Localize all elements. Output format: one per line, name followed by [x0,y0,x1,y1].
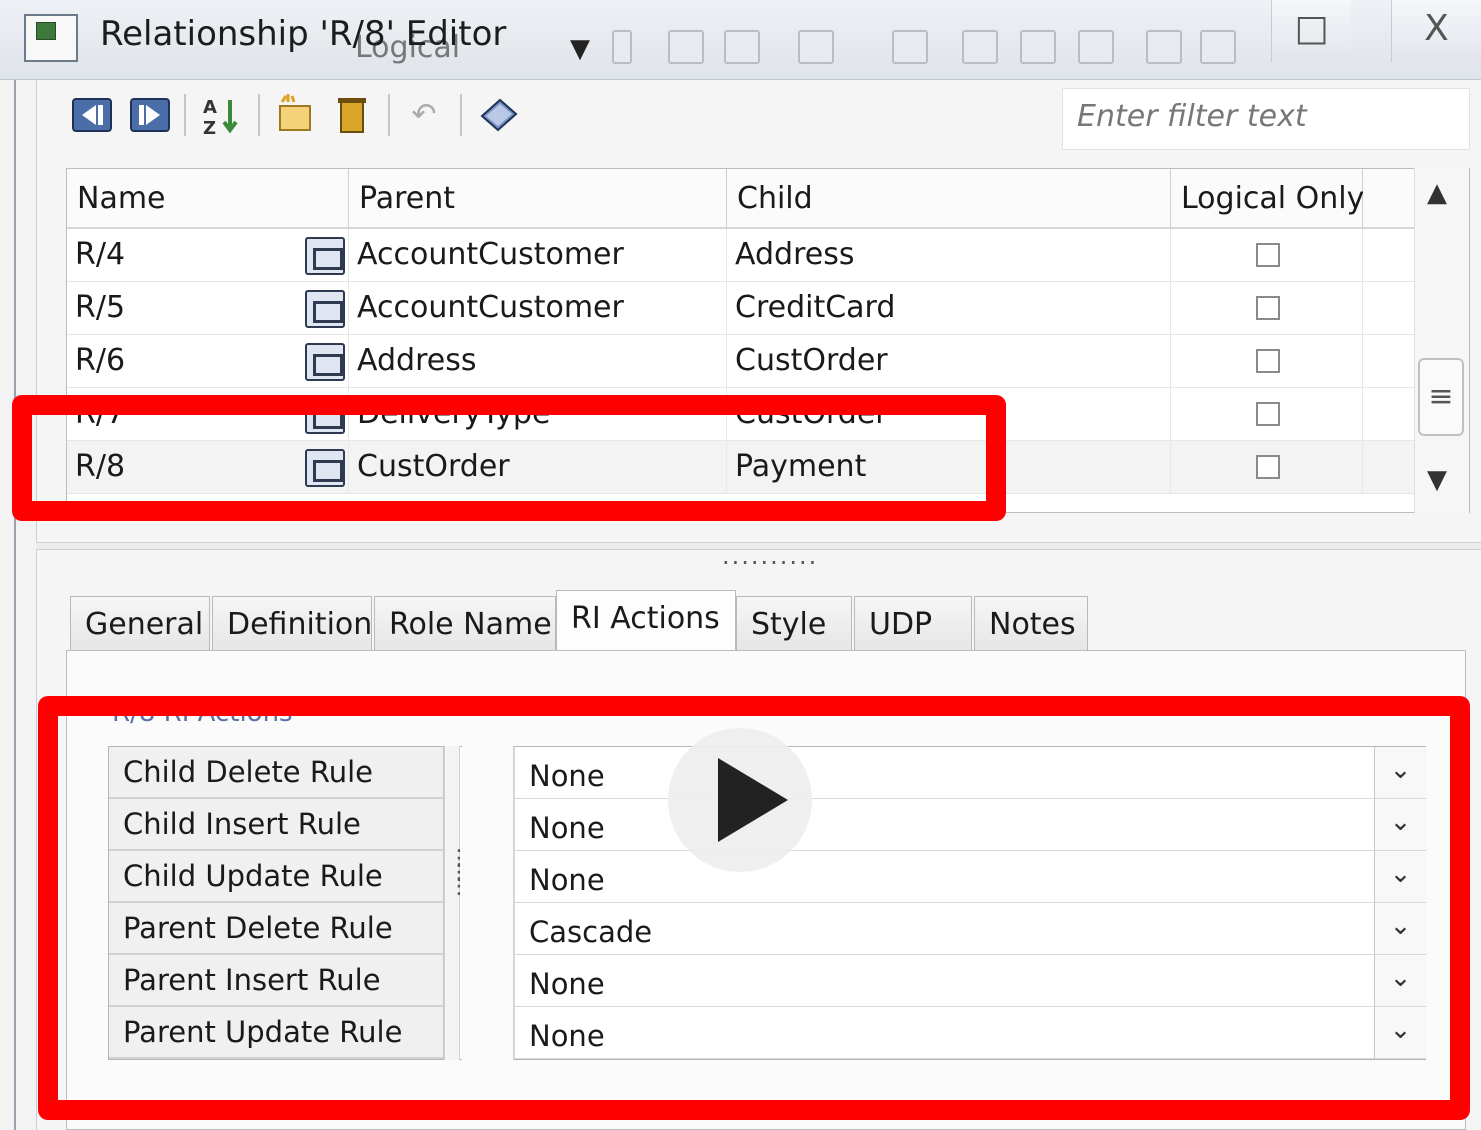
tab-style[interactable]: Style [736,596,852,650]
row-parent: AccountCustomer [349,282,727,335]
new-icon[interactable] [272,92,316,138]
toolbar-ghost-icon[interactable] [1146,30,1182,64]
relationship-icon [305,237,345,275]
toolbar-separator [184,94,186,136]
logical-only-checkbox[interactable] [1256,402,1280,426]
play-icon[interactable] [668,728,812,872]
tab-ri-actions[interactable]: RI Actions [556,590,736,652]
scroll-thumb[interactable]: ≡ [1418,358,1464,436]
column-header-child[interactable]: Child [727,169,1171,229]
row-child: Address [727,229,1171,282]
tab-udp[interactable]: UDP [854,596,972,650]
window-title: Relationship 'R/8' Editor [100,14,507,54]
svg-text:Z: Z [203,118,216,138]
column-header-parent[interactable]: Parent [349,169,727,229]
toolbar-ghost-icon[interactable] [892,30,928,64]
close-button[interactable]: X [1391,0,1481,62]
app-icon [24,14,78,62]
logical-only-cell [1171,441,1363,494]
row-parent: Address [349,335,727,388]
frame-edge [14,80,16,1130]
column-header-filler [1363,169,1415,229]
logical-only-checkbox[interactable] [1256,243,1280,267]
splitter-grip[interactable]: .......... [722,544,818,568]
svg-text:A: A [203,97,217,118]
table-row[interactable]: R/4 AccountCustomer Address [67,229,1415,282]
relationship-icon [305,343,345,381]
tab-general[interactable]: General [70,596,210,650]
toolbar-ghost-icon[interactable] [962,30,998,64]
tab-definition[interactable]: Definition [212,596,372,650]
logical-only-cell [1171,229,1363,282]
toolbar-ghost-icon[interactable] [798,30,834,64]
highlight-selected-row [12,395,1006,521]
column-header-name[interactable]: Name [67,169,349,229]
logical-only-checkbox[interactable] [1256,296,1280,320]
column-header-logical-only[interactable]: Logical Only [1171,169,1364,229]
toolbar-separator [258,94,260,136]
row-parent: AccountCustomer [349,229,727,282]
table-row[interactable]: R/5 AccountCustomer CreditCard [67,282,1415,335]
toolbar-ghost-icon[interactable] [1020,30,1056,64]
move-last-icon[interactable] [128,92,172,138]
move-first-icon[interactable] [70,92,114,138]
toolbar-ghost-icon[interactable] [1078,30,1114,64]
tab-role-name[interactable]: Role Name [374,596,556,650]
chevron-down-icon[interactable]: ▼ [570,34,590,64]
toolbar-separator [460,94,462,136]
toolbar-ghost-icon[interactable] [724,30,760,64]
relationship-icon [305,290,345,328]
properties-icon[interactable] [476,92,520,138]
grid-scrollbar[interactable] [1414,168,1469,513]
scroll-up-icon[interactable]: ▲ [1427,178,1447,208]
logical-only-cell [1171,282,1363,335]
tab-notes[interactable]: Notes [974,596,1088,650]
maximize-button[interactable]: □ [1271,0,1351,62]
row-child: CreditCard [727,282,1171,335]
row-child: CustOrder [727,335,1171,388]
filter-input[interactable]: Enter filter text [1062,88,1470,150]
toolbar-ghost-icon[interactable] [668,30,704,64]
scroll-down-icon[interactable]: ▼ [1427,465,1447,495]
sort-az-icon[interactable]: AZ [200,92,244,139]
logical-only-cell [1171,388,1363,441]
toolbar-separator [388,94,390,136]
delete-icon[interactable] [330,92,374,138]
toolbar-ghost-icon[interactable] [1200,30,1236,64]
logical-only-checkbox[interactable] [1256,349,1280,373]
logical-only-checkbox[interactable] [1256,455,1280,479]
logical-only-cell [1171,335,1363,388]
table-row[interactable]: R/6 Address CustOrder [67,335,1415,388]
undo-icon[interactable]: ↶ [402,92,446,138]
toolbar-overflow-icon[interactable] [612,30,632,64]
